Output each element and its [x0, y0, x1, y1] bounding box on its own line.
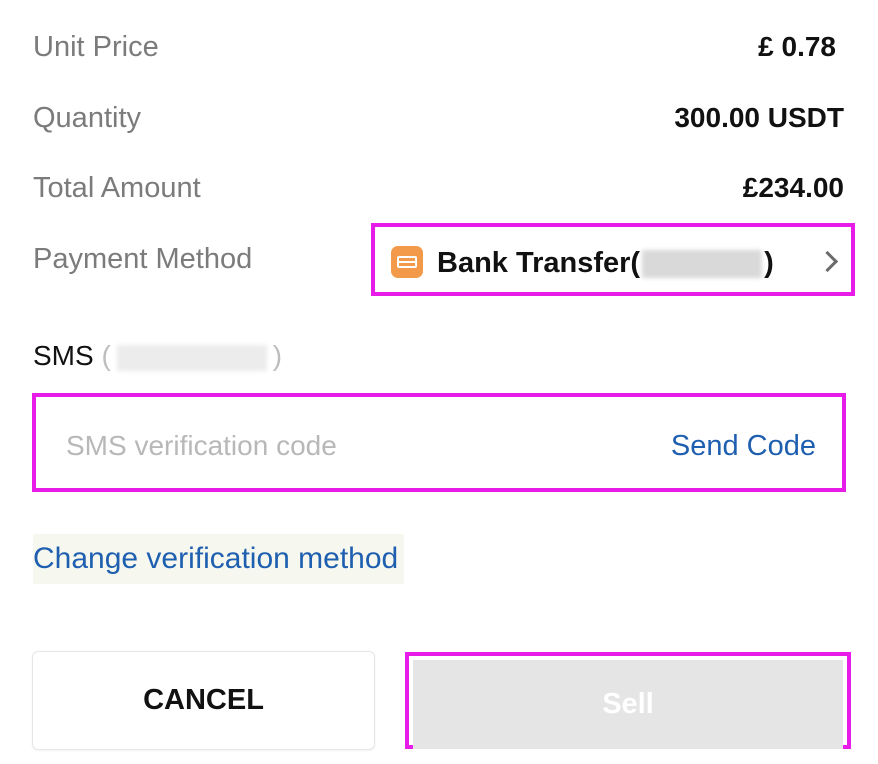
payment-method-prefix: Bank Transfer( — [437, 247, 641, 279]
sms-paren-open: ( — [101, 340, 111, 371]
sms-label-row: SMS () — [33, 333, 282, 379]
masked-phone-number — [116, 344, 267, 371]
total-amount-row: Total Amount £234.00 — [0, 163, 878, 213]
unit-price-label: Unit Price — [33, 31, 159, 63]
total-amount-value: £234.00 — [742, 172, 844, 203]
sell-button-frame: Sell — [405, 652, 851, 749]
cancel-button[interactable]: CANCEL — [32, 651, 375, 750]
quantity-value: 300.00 USDT — [674, 102, 844, 133]
sms-code-field: Send Code — [32, 393, 846, 492]
change-verification-method-link[interactable]: Change verification method — [33, 534, 405, 584]
payment-method-suffix: ) — [764, 247, 774, 279]
send-code-button[interactable]: Send Code — [671, 397, 816, 496]
unit-price-value: £ 0.78 — [758, 31, 836, 62]
payment-method-label: Payment Method — [33, 243, 253, 275]
payment-method-selector[interactable]: Bank Transfer() — [371, 223, 855, 296]
sms-code-input[interactable] — [64, 421, 588, 471]
unit-price-row: Unit Price £ 0.78 — [0, 22, 878, 72]
payment-method-value: Bank Transfer() — [437, 227, 774, 300]
quantity-label: Quantity — [33, 102, 141, 134]
masked-account-number — [642, 250, 763, 279]
quantity-row: Quantity 300.00 USDT — [0, 93, 878, 143]
bank-card-icon — [391, 246, 423, 278]
sms-label: SMS — [33, 340, 94, 371]
total-amount-label: Total Amount — [33, 172, 201, 204]
sms-paren-close: ) — [272, 340, 283, 371]
chevron-right-icon — [816, 250, 839, 273]
sell-button[interactable]: Sell — [413, 660, 843, 749]
